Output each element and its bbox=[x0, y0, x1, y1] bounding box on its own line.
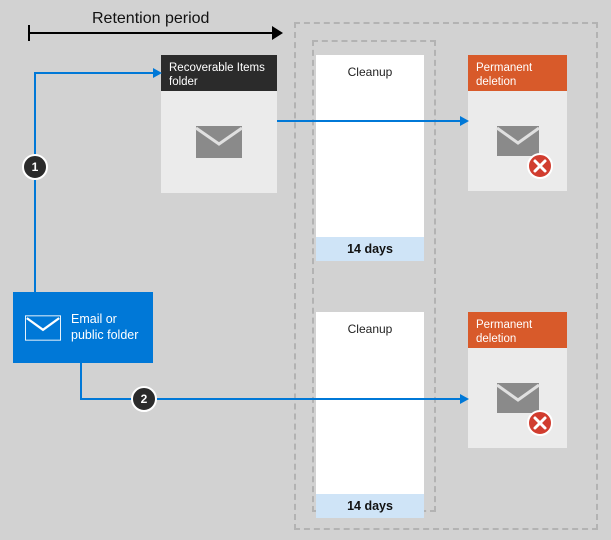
permanent-deletion-top: Permanent deletion bbox=[468, 55, 567, 191]
cleanup-card-bottom-duration: 14 days bbox=[316, 494, 424, 518]
envelope-icon bbox=[195, 125, 243, 159]
connector-line bbox=[34, 72, 154, 74]
permanent-deletion-top-label: Permanent deletion bbox=[468, 55, 567, 91]
delete-x-icon bbox=[527, 410, 553, 436]
connector-arrowhead bbox=[460, 116, 469, 126]
connector-arrowhead bbox=[153, 68, 162, 78]
delete-x-icon bbox=[527, 153, 553, 179]
permanent-deletion-top-body bbox=[468, 91, 567, 191]
recoverable-items-folder: Recoverable Items folder bbox=[161, 55, 277, 193]
email-public-folder-source: Email or public folder bbox=[13, 292, 153, 363]
permanent-deletion-bottom-body bbox=[468, 348, 567, 448]
permanent-deletion-bottom-label: Permanent deletion bbox=[468, 312, 567, 348]
connector-line bbox=[34, 72, 36, 292]
retention-axis-arrowhead bbox=[272, 26, 283, 40]
cleanup-card-top: Cleanup 14 days bbox=[316, 55, 424, 261]
cleanup-card-top-body bbox=[316, 79, 424, 237]
recoverable-items-label: Recoverable Items folder bbox=[161, 55, 277, 91]
retention-axis-label: Retention period bbox=[92, 10, 209, 28]
recoverable-items-body bbox=[161, 91, 277, 193]
cleanup-card-bottom: Cleanup 14 days bbox=[316, 312, 424, 518]
connector-arrowhead bbox=[460, 394, 469, 404]
connector-line bbox=[277, 120, 461, 122]
envelope-icon bbox=[25, 315, 61, 341]
cleanup-card-top-label: Cleanup bbox=[316, 55, 424, 79]
permanent-deletion-bottom: Permanent deletion bbox=[468, 312, 567, 448]
cleanup-card-bottom-label: Cleanup bbox=[316, 312, 424, 336]
diagram-canvas: Retention period Cleanup 14 days Permane… bbox=[0, 0, 611, 540]
cleanup-card-bottom-body bbox=[316, 336, 424, 494]
cleanup-card-top-duration: 14 days bbox=[316, 237, 424, 261]
retention-axis-line bbox=[30, 32, 272, 34]
connector-line bbox=[80, 363, 82, 400]
step-marker-2: 2 bbox=[131, 386, 157, 412]
source-label: Email or public folder bbox=[71, 312, 143, 343]
step-marker-1: 1 bbox=[22, 154, 48, 180]
